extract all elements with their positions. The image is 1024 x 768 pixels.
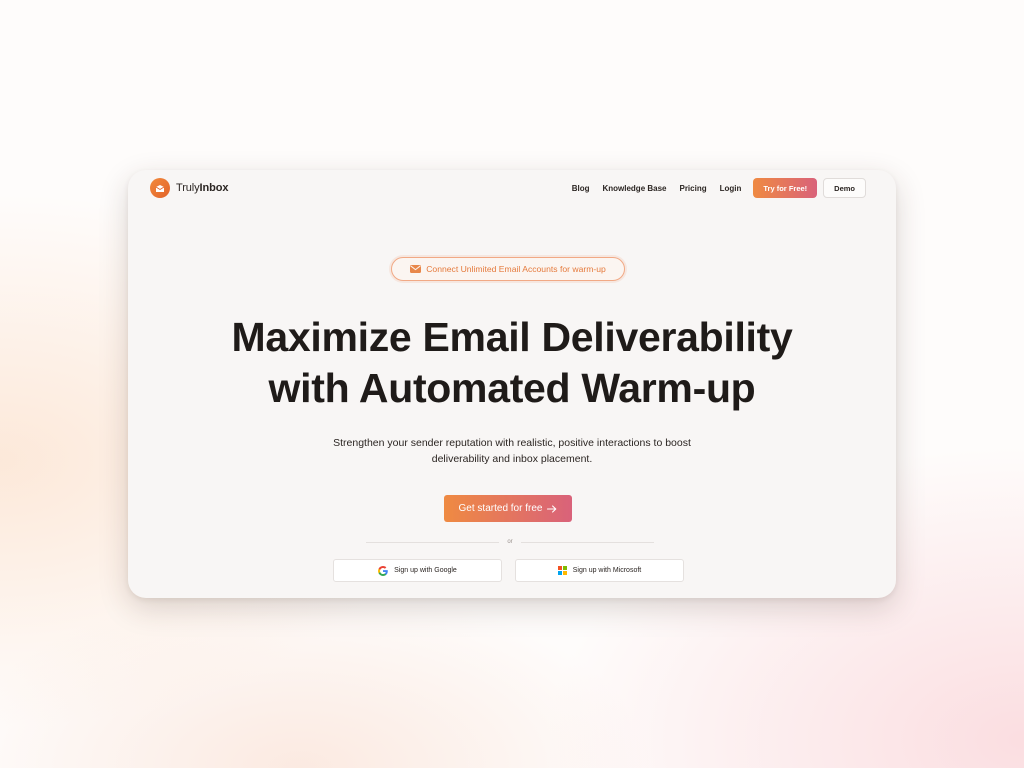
microsoft-signup-label: Sign up with Microsoft: [572, 567, 642, 574]
get-started-button[interactable]: Get started for free: [444, 495, 572, 522]
microsoft-icon: [557, 566, 567, 575]
nav-link-login[interactable]: Login: [720, 184, 742, 193]
google-signup-label: Sign up with Google: [394, 567, 457, 574]
get-started-label: Get started for free: [458, 503, 543, 514]
arrow-right-icon: [547, 504, 557, 513]
pill-text: Connect Unlimited Email Accounts for war…: [426, 264, 606, 274]
google-signup-button[interactable]: Sign up with Google: [333, 559, 502, 582]
mail-icon: [410, 265, 422, 273]
hero-headline: Maximize Email Deliverability with Autom…: [128, 312, 896, 414]
microsoft-signup-button[interactable]: Sign up with Microsoft: [515, 559, 684, 582]
divider-line-left: [366, 541, 500, 543]
browser-window: TrulyInbox Blog Knowledge Base Pricing L…: [128, 170, 896, 598]
nav-link-knowledge-base[interactable]: Knowledge Base: [602, 184, 666, 193]
try-for-free-button[interactable]: Try for Free!: [753, 178, 818, 198]
or-divider: or: [366, 537, 654, 547]
headline-line-1: Maximize Email Deliverability: [231, 314, 793, 360]
google-icon: [378, 565, 388, 576]
subtext-line-1: Strengthen your sender reputation with r…: [333, 437, 691, 449]
demo-button[interactable]: Demo: [823, 178, 866, 198]
brand-logo[interactable]: TrulyInbox: [150, 178, 228, 198]
brand-name: TrulyInbox: [176, 182, 229, 194]
hero-subtext: Strengthen your sender reputation with r…: [128, 436, 896, 467]
headline-line-2: with Automated Warm-up: [268, 365, 756, 411]
subtext-line-2: deliverability and inbox placement.: [431, 452, 593, 465]
announcement-pill[interactable]: Connect Unlimited Email Accounts for war…: [391, 257, 625, 281]
nav-link-blog[interactable]: Blog: [572, 184, 590, 193]
nav-link-pricing[interactable]: Pricing: [679, 184, 706, 193]
top-nav: Blog Knowledge Base Pricing Login Try fo…: [572, 178, 866, 198]
inbox-logo-icon: [150, 178, 170, 198]
or-text: or: [507, 539, 513, 545]
divider-line-right: [520, 541, 654, 543]
